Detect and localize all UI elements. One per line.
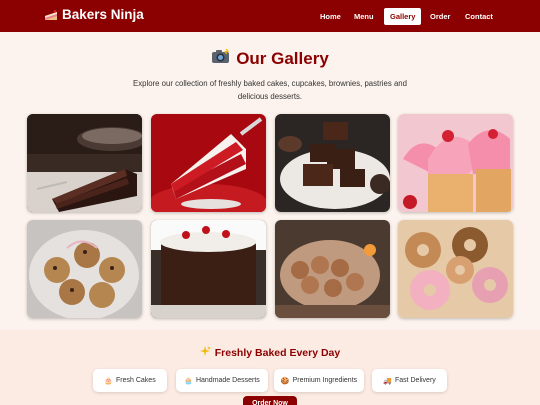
- nav-item-order[interactable]: Order: [424, 8, 456, 25]
- feature-heading: Freshly Baked Every Day: [0, 346, 540, 360]
- feature-label: Premium Ingredients: [292, 377, 358, 384]
- cookie-icon: 🍪: [280, 377, 290, 385]
- order-now-button[interactable]: Order Now: [243, 396, 297, 405]
- nav-item-contact[interactable]: Contact: [459, 8, 499, 25]
- feature-section: [0, 330, 540, 405]
- brand-logo[interactable]: Bakers Ninja: [44, 7, 144, 22]
- nav-link-order[interactable]: Order: [430, 8, 450, 25]
- nav-item-home[interactable]: Home: [314, 8, 347, 25]
- cinnamon-rolls-photo[interactable]: [275, 220, 390, 318]
- site-header: Bakers Ninja Home Menu Gallery Order Con…: [0, 0, 540, 32]
- donuts-photo[interactable]: [398, 220, 513, 318]
- feature-title: Freshly Baked Every Day: [214, 347, 341, 359]
- feature-fast-delivery: 🚚 Fast Delivery: [372, 369, 447, 392]
- feature-premium-ingredients: 🍪 Premium Ingredients: [274, 369, 364, 392]
- feature-label: Handmade Desserts: [195, 377, 260, 384]
- feature-label: Fast Delivery: [394, 377, 436, 384]
- nav-link-menu[interactable]: Menu: [354, 8, 374, 25]
- cake-icon: 🎂: [104, 377, 114, 385]
- brand-name: Bakers Ninja: [62, 7, 144, 22]
- nav-item-menu[interactable]: Menu: [348, 8, 380, 25]
- gallery-title: Our Gallery: [236, 48, 329, 68]
- truck-icon: 🚚: [383, 377, 392, 385]
- sparkles-icon: [199, 346, 211, 360]
- feature-fresh-cakes: 🎂 Fresh Cakes: [93, 369, 167, 392]
- gallery-subtitle: Explore our collection of freshly baked …: [133, 79, 407, 101]
- camera-flash-icon: [211, 48, 230, 69]
- chocolate-cake-slice-photo[interactable]: [27, 114, 142, 212]
- feature-label: Fresh Cakes: [116, 377, 156, 384]
- nav-link-home[interactable]: Home: [320, 8, 341, 25]
- chocolate-chip-cookies-photo[interactable]: [27, 220, 142, 318]
- cake-slice-icon: [44, 8, 58, 22]
- strawberry-cupcakes-photo[interactable]: [398, 114, 513, 212]
- red-velvet-cake-photo[interactable]: [151, 114, 266, 212]
- nav-link-contact[interactable]: Contact: [465, 8, 493, 25]
- black-forest-cake-photo[interactable]: [151, 220, 266, 318]
- cupcake-icon: 🧁: [184, 377, 193, 385]
- brownies-photo[interactable]: [275, 114, 390, 212]
- feature-handmade-desserts: 🧁 Handmade Desserts: [176, 369, 268, 392]
- gallery-heading: Our Gallery: [0, 48, 540, 69]
- nav-link-gallery[interactable]: Gallery: [390, 8, 415, 25]
- nav-item-gallery[interactable]: Gallery: [384, 8, 422, 25]
